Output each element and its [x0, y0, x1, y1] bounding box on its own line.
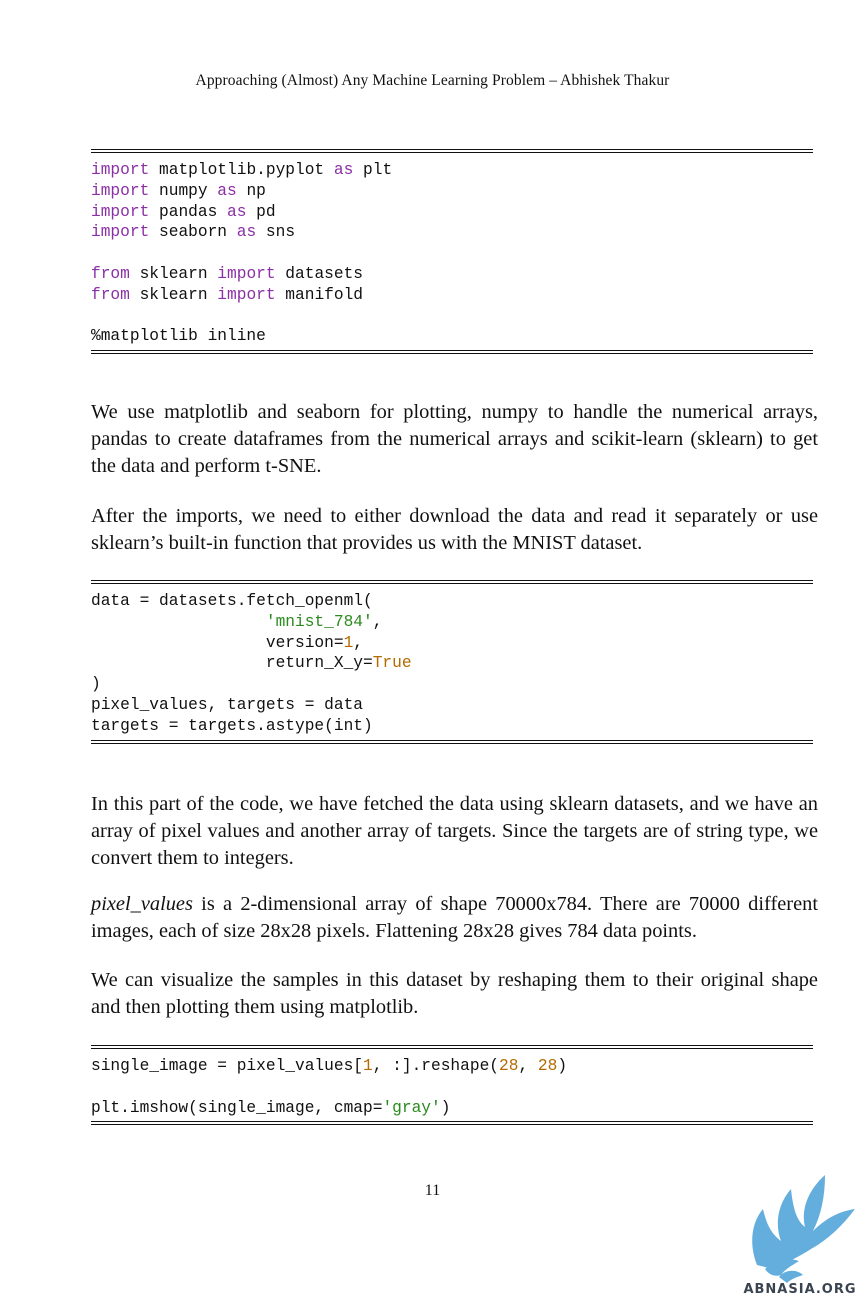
code-token: return_X_y= — [91, 654, 373, 673]
code-token: , — [518, 1057, 538, 1075]
code-token-kw: as — [217, 181, 237, 200]
code-line: pixel_values, targets = data — [91, 695, 813, 716]
code-line: 'mnist_784', — [91, 612, 813, 633]
code-token-kw: as — [227, 202, 247, 221]
paragraph-plotting-libs: We use matplotlib and seaborn for plotti… — [91, 401, 818, 477]
paragraph-pixel-values: pixel_values is a 2-dimensional array of… — [91, 891, 818, 945]
code-token-num: 28 — [499, 1057, 519, 1075]
code-token: seaborn — [149, 223, 237, 242]
code-token-kw: import — [91, 202, 150, 221]
code-token: manifold — [275, 285, 364, 304]
code-block-fetch-data: data = datasets.fetch_openml( 'mnist_784… — [91, 580, 813, 744]
paragraph-fetched-data: In this part of the code, we have fetche… — [91, 793, 818, 869]
paragraph-visualize: We can visualize the samples in this dat… — [91, 969, 818, 1018]
pixel-values-text: is a 2-dimensional array of shape 70000x… — [91, 893, 818, 942]
code-token: version= — [91, 633, 344, 652]
code-token: sklearn — [129, 285, 218, 304]
code-line: single_image = pixel_values[1, :].reshap… — [91, 1056, 813, 1077]
code-token-num: 1 — [363, 1057, 373, 1075]
code-line: import numpy as np — [91, 181, 813, 202]
code-line: version=1, — [91, 633, 813, 654]
code-token: pd — [246, 202, 276, 221]
code-line: ) — [91, 674, 813, 695]
code-token: , :].reshape( — [372, 1057, 500, 1075]
code-token-num: 1 — [343, 633, 354, 652]
abnasia-watermark-logo: ABNASIA.ORG — [743, 1175, 856, 1297]
code-token: numpy — [149, 181, 218, 200]
code-token: data = datasets.fetch_openml( — [91, 592, 373, 610]
code-line: return_X_y=True — [91, 653, 813, 674]
code-line: targets = targets.astype(int) — [91, 716, 813, 737]
code-line: from sklearn import datasets — [91, 264, 813, 285]
code-line: %matplotlib inline — [91, 326, 813, 347]
code-token-kw: import — [91, 223, 150, 242]
code-body: import matplotlib.pyplot as plt import nu… — [91, 153, 813, 350]
code-body: data = datasets.fetch_openml( 'mnist_784… — [91, 584, 813, 740]
code-line: import pandas as pd — [91, 202, 813, 223]
code-token: sklearn — [129, 264, 218, 283]
code-token-kw: from — [91, 264, 130, 283]
code-line: import matplotlib.pyplot as plt — [91, 160, 813, 181]
code-bottom-rule — [91, 739, 813, 744]
code-token: datasets — [275, 264, 364, 283]
code-token: np — [236, 181, 266, 200]
code-block-imports: import matplotlib.pyplot as plt import nu… — [91, 149, 813, 355]
code-line: from sklearn import manifold — [91, 285, 813, 306]
code-token: , — [372, 612, 383, 631]
code-token: plt — [353, 161, 393, 179]
code-token-str: 'mnist_784' — [265, 612, 373, 631]
code-token-kw: import — [217, 264, 276, 283]
code-line: data = datasets.fetch_openml( — [91, 591, 813, 612]
code-token: ) — [91, 675, 101, 694]
code-line: plt.imshow(single_image, cmap='gray') — [91, 1098, 813, 1119]
code-token-kw: as — [236, 223, 257, 242]
code-block-imshow: single_image = pixel_values[1, :].reshap… — [91, 1045, 813, 1126]
watermark-text: ABNASIA.ORG — [743, 1282, 856, 1297]
code-token: sns — [256, 223, 296, 242]
code-bottom-rule — [91, 1121, 813, 1126]
pixel-values-term: pixel_values — [91, 893, 193, 915]
code-token: pixel_values, targets = data — [91, 695, 363, 714]
code-token: , — [353, 633, 364, 652]
code-token: ) — [440, 1098, 451, 1117]
code-token-kw: import — [91, 181, 150, 200]
code-token-num: True — [372, 654, 412, 673]
code-token: matplotlib.pyplot — [149, 161, 334, 179]
code-bottom-rule — [91, 350, 813, 355]
code-token: targets = targets.astype(int) — [91, 716, 373, 735]
code-token-kw: from — [91, 285, 130, 304]
code-line: import seaborn as sns — [91, 222, 813, 243]
paragraph-imports: After the imports, we need to either dow… — [91, 505, 818, 554]
code-token-kw: import — [91, 161, 150, 179]
code-token: %matplotlib inline — [91, 327, 266, 346]
code-token-num: 28 — [537, 1057, 558, 1075]
code-body: single_image = pixel_values[1, :].reshap… — [91, 1049, 813, 1121]
code-token-str: 'gray' — [382, 1098, 441, 1117]
code-token-kw: import — [217, 285, 276, 304]
code-token: plt.imshow(single_image, cmap= — [91, 1098, 383, 1117]
code-token: pandas — [149, 202, 228, 221]
code-token-kw: as — [333, 161, 354, 179]
code-token: ) — [557, 1057, 568, 1075]
running-header: Approaching (Almost) Any Machine Learnin… — [195, 72, 670, 89]
code-token: single_image = pixel_values[ — [91, 1057, 363, 1075]
